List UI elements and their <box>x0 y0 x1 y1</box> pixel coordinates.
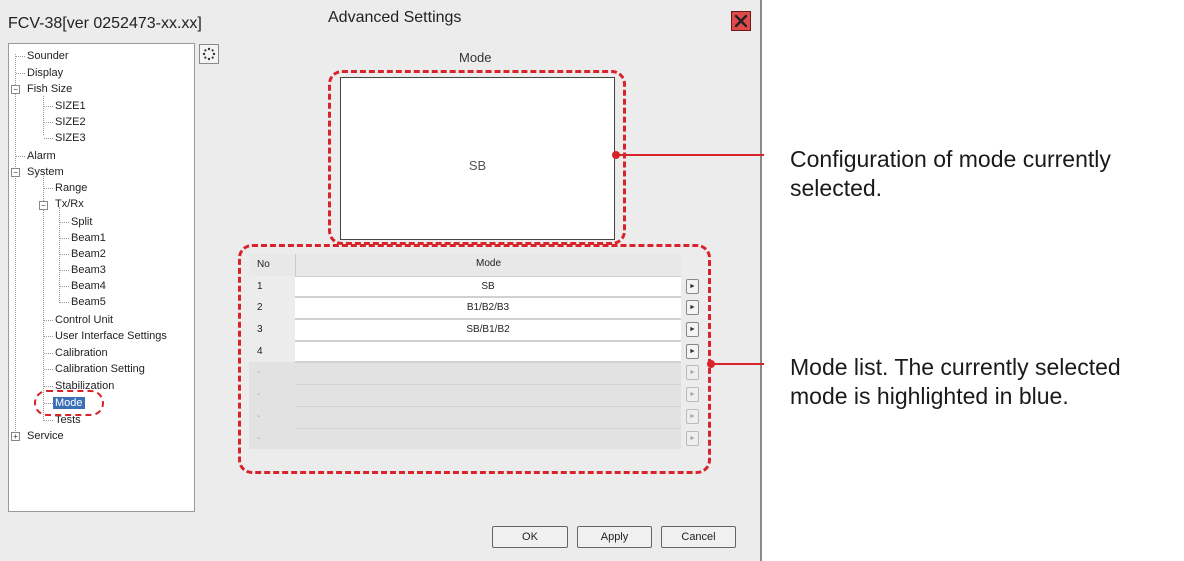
mode-preview-label: Mode <box>459 50 492 65</box>
tree-item-size3[interactable]: SIZE3 <box>55 132 86 144</box>
apply-button[interactable]: Apply <box>577 526 652 548</box>
tree-item-user-interface-settings[interactable]: User Interface Settings <box>55 330 167 342</box>
tree-item-fish-size[interactable]: Fish Size <box>27 83 72 95</box>
callout-config-line1: Configuration of mode currently <box>790 146 1111 172</box>
tree-item-txrx[interactable]: Tx/Rx <box>55 198 84 210</box>
tree-item-calibration-setting[interactable]: Calibration Setting <box>55 363 145 375</box>
mode-tree-highlight <box>34 390 104 416</box>
mode-list-highlight <box>238 244 711 474</box>
tree-guide <box>15 54 16 437</box>
settings-tree: Sounder Display − Fish Size SIZE1 SIZE2 … <box>8 43 195 512</box>
tree-item-alarm[interactable]: Alarm <box>27 150 56 162</box>
tree-guide <box>43 96 44 135</box>
tree-item-service[interactable]: Service <box>27 430 64 442</box>
tree-item-beam3[interactable]: Beam3 <box>71 264 106 276</box>
tree-item-beam5[interactable]: Beam5 <box>71 296 106 308</box>
callout-line <box>616 154 764 156</box>
tree-item-range[interactable]: Range <box>55 182 87 194</box>
tree-item-display[interactable]: Display <box>27 67 63 79</box>
tree-item-beam1[interactable]: Beam1 <box>71 232 106 244</box>
tree-item-size2[interactable]: SIZE2 <box>55 116 86 128</box>
collapse-system-icon[interactable]: − <box>11 168 20 177</box>
advanced-settings-window: FCV-38[ver 0252473-xx.xx] Advanced Setti… <box>0 0 762 561</box>
collapse-txrx-icon[interactable]: − <box>39 201 48 210</box>
expand-service-icon[interactable]: + <box>11 432 20 441</box>
tree-item-control-unit[interactable]: Control Unit <box>55 314 113 326</box>
callout-config: Configuration of mode currently selected… <box>790 145 1111 203</box>
callout-line <box>711 363 764 365</box>
collapse-fish-size-icon[interactable]: − <box>11 85 20 94</box>
tree-item-size1[interactable]: SIZE1 <box>55 100 86 112</box>
collapse-tree-icon <box>202 47 216 61</box>
collapse-tree-button[interactable] <box>199 44 219 64</box>
close-button[interactable] <box>731 11 751 31</box>
tree-item-sounder[interactable]: Sounder <box>27 50 69 62</box>
window-title: Advanced Settings <box>328 9 462 26</box>
callout-list: Mode list. The currently selected mode i… <box>790 353 1121 411</box>
cancel-button[interactable]: Cancel <box>661 526 736 548</box>
preview-highlight <box>328 70 626 245</box>
tree-item-split[interactable]: Split <box>71 216 92 228</box>
tree-item-calibration[interactable]: Calibration <box>55 347 108 359</box>
callout-list-line2: mode is highlighted in blue. <box>790 383 1069 409</box>
tree-item-beam2[interactable]: Beam2 <box>71 248 106 260</box>
callout-config-line2: selected. <box>790 175 883 201</box>
version-label: FCV-38[ver 0252473-xx.xx] <box>8 15 202 32</box>
close-icon <box>734 14 748 28</box>
callout-list-line1: Mode list. The currently selected <box>790 354 1121 380</box>
tree-item-system[interactable]: System <box>27 166 64 178</box>
ok-button[interactable]: OK <box>492 526 568 548</box>
tree-item-beam4[interactable]: Beam4 <box>71 280 106 292</box>
